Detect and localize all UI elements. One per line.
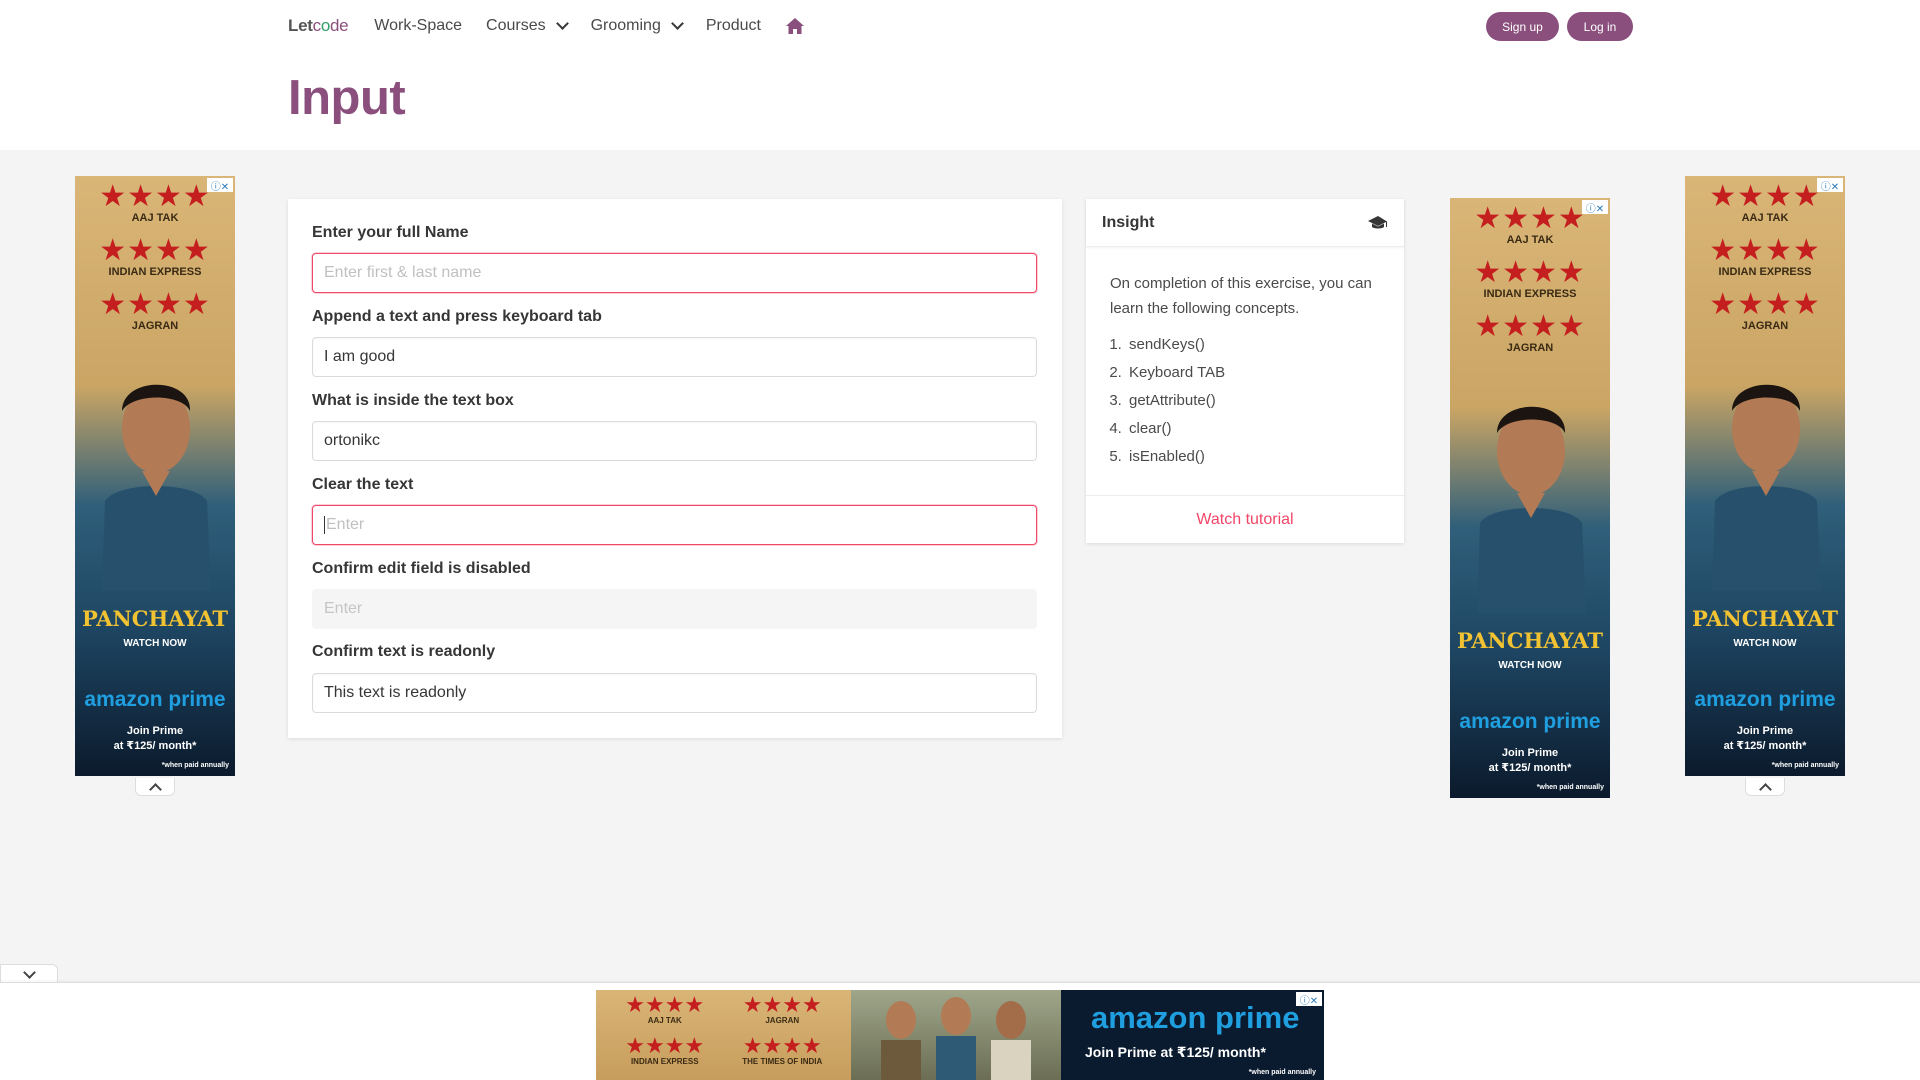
append-input[interactable]: I am good xyxy=(312,337,1037,377)
watch-tutorial-link[interactable]: Watch tutorial xyxy=(1086,495,1404,543)
input-form-card: Enter your full Name Enter first & last … xyxy=(288,199,1062,738)
insight-header: Insight xyxy=(1086,199,1404,247)
bottom-ad-ratings: ★★★★ AAJ TAK ★★★★ JAGRAN ★★★★ INDIAN EXPRES… xyxy=(596,990,851,1080)
ad-person-image xyxy=(1712,384,1821,591)
concept-item: getAttribute() xyxy=(1126,387,1380,415)
logo[interactable]: Letcode xyxy=(288,16,349,36)
graduation-cap-icon xyxy=(1368,215,1387,228)
login-button[interactable]: Log in xyxy=(1567,12,1633,41)
concept-item: isEnabled() xyxy=(1126,443,1380,471)
fullname-label: Enter your full Name xyxy=(312,224,469,241)
clear-label: Clear the text xyxy=(312,476,414,493)
concept-item: clear() xyxy=(1126,415,1380,443)
ad-collapse-button[interactable] xyxy=(1745,778,1785,796)
page-title: Input xyxy=(288,71,406,125)
nav-courses[interactable]: Courses xyxy=(486,17,569,35)
ad-close-icon[interactable]: ⓘ✕ xyxy=(1582,200,1608,215)
signup-button[interactable]: Sign up xyxy=(1486,12,1559,41)
insight-title: Insight xyxy=(1102,213,1155,231)
ad-collapse-button[interactable] xyxy=(135,778,175,796)
readonly-label: Confirm text is readonly xyxy=(312,643,496,660)
concept-item: Keyboard TAB xyxy=(1126,359,1380,387)
ad-person-image xyxy=(1477,406,1586,613)
textbox-label: What is inside the text box xyxy=(312,392,514,409)
ad-close-icon[interactable]: ⓘ✕ xyxy=(1296,992,1322,1007)
insight-intro: On completion of this exercise, you can … xyxy=(1110,275,1372,317)
nav-work-space[interactable]: Work-Space xyxy=(374,17,462,35)
bottom-ad-promo: amazon prime Join Prime at ₹125/ month* … xyxy=(1061,990,1324,1080)
concept-item: sendKeys() xyxy=(1126,331,1380,359)
ad-people-image xyxy=(881,997,1031,1080)
bottom-ad-banner[interactable]: ★★★★ AAJ TAK ★★★★ JAGRAN ★★★★ INDIAN EXPRES… xyxy=(596,990,1324,1080)
ad-person-image xyxy=(102,384,211,591)
append-label: Append a text and press keyboard tab xyxy=(312,308,602,325)
far-right-ad-banner[interactable]: ⓘ✕ ★★★★ AAJ TAK ★★★★ INDIAN EXPRESS ★★★★… xyxy=(1685,176,1845,776)
chevron-down-icon xyxy=(555,17,569,30)
textbox-input[interactable]: ortonikc xyxy=(312,421,1037,461)
chevron-down-icon xyxy=(22,966,36,979)
right-ad-banner[interactable]: ⓘ✕ ★★★★ AAJ TAK ★★★★ INDIAN EXPRESS ★★★★… xyxy=(1450,198,1610,798)
chevron-up-icon xyxy=(148,782,162,796)
disabled-input: Enter xyxy=(312,589,1037,629)
chevron-up-icon xyxy=(1758,782,1772,796)
text-cursor xyxy=(324,516,325,534)
nav-grooming[interactable]: Grooming xyxy=(591,17,684,35)
insight-card: Insight On completion of this exercise, … xyxy=(1086,199,1404,543)
home-icon[interactable] xyxy=(785,17,805,35)
left-ad-banner[interactable]: ⓘ✕ ★★★★ AAJ TAK ★★★★ INDIAN EXPRESS ★★★★… xyxy=(75,176,235,776)
chevron-down-icon xyxy=(670,17,684,30)
navbar: Letcode Work-Space Courses Grooming Prod… xyxy=(288,10,805,42)
disabled-label: Confirm edit field is disabled xyxy=(312,560,531,577)
nav-product[interactable]: Product xyxy=(706,17,761,35)
ad-close-icon[interactable]: ⓘ✕ xyxy=(207,178,233,193)
concept-list: sendKeys() Keyboard TAB getAttribute() c… xyxy=(1110,331,1380,471)
insight-body: On completion of this exercise, you can … xyxy=(1086,247,1404,471)
fullname-input[interactable]: Enter first & last name xyxy=(312,253,1037,293)
ad-close-icon[interactable]: ⓘ✕ xyxy=(1817,178,1843,193)
clear-input[interactable]: Enter xyxy=(312,505,1037,545)
readonly-input[interactable]: This text is readonly xyxy=(312,673,1037,713)
bottom-ad-image xyxy=(851,990,1061,1080)
